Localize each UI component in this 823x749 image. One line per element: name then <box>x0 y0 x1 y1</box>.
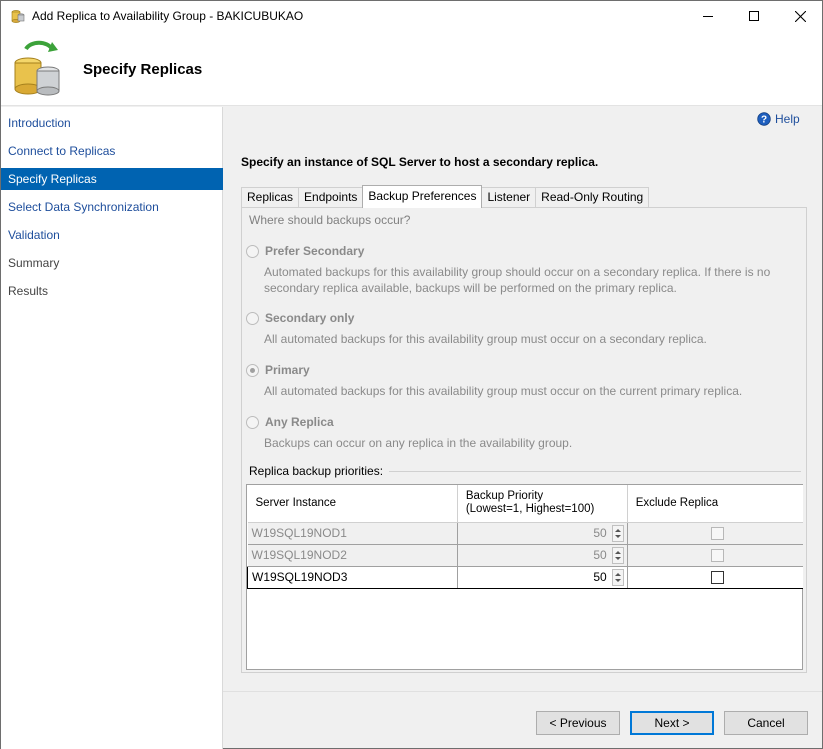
cancel-button[interactable]: Cancel <box>724 711 808 735</box>
help-link[interactable]: ? Help <box>757 111 800 127</box>
close-button[interactable] <box>777 1 823 31</box>
backup-priority-cell: 50 <box>457 522 628 545</box>
maximize-icon <box>749 11 759 21</box>
radio-button-selected[interactable] <box>246 363 259 377</box>
radio-description: Backups can occur on any replica in the … <box>264 436 573 450</box>
tab-backup-preferences[interactable]: Backup Preferences <box>362 185 483 208</box>
radio-description: All automated backups for this availabil… <box>264 384 743 398</box>
backup-priority-cell: 50 <box>457 544 628 567</box>
radio-prefer-secondary[interactable]: Prefer Secondary <box>246 243 364 259</box>
tab-endpoints[interactable]: Endpoints <box>298 187 364 207</box>
footer-separator <box>223 691 822 692</box>
backup-priority-cell[interactable]: 50 <box>457 565 628 589</box>
priority-spinner <box>611 524 624 542</box>
exclude-checkbox <box>710 548 724 562</box>
wizard-header: Specify Replicas <box>1 31 822 106</box>
priority-header-line2: (Lowest=1, Highest=100) <box>465 503 595 516</box>
sidebar-item-summary: Summary <box>8 256 60 270</box>
backup-location-question: Where should backups occur? <box>249 213 411 227</box>
backup-preferences-panel: Where should backups occur? Prefer Secon… <box>241 207 807 673</box>
column-header-backup-priority[interactable]: Backup Priority (Lowest=1, Highest=100) <box>457 485 628 523</box>
sidebar-item-introduction[interactable]: Introduction <box>1 112 223 134</box>
radio-any-replica[interactable]: Any Replica <box>246 414 334 430</box>
priority-value: 50 <box>593 526 607 540</box>
previous-button[interactable]: < Previous <box>536 711 620 735</box>
page-heading: Specify Replicas <box>83 61 203 78</box>
exclude-checkbox[interactable] <box>710 570 724 584</box>
column-header-server-instance[interactable]: Server Instance <box>247 485 458 523</box>
close-icon <box>794 10 806 22</box>
help-icon: ? <box>757 112 771 126</box>
exclude-replica-cell <box>627 522 803 545</box>
priority-value: 50 <box>593 548 607 562</box>
maximize-button[interactable] <box>731 1 777 31</box>
exclude-replica-cell <box>627 544 803 567</box>
radio-secondary-only[interactable]: Secondary only <box>246 310 354 326</box>
sidebar-item-results: Results <box>8 284 49 298</box>
exclude-checkbox <box>710 526 724 540</box>
tab-listener[interactable]: Listener <box>481 187 537 207</box>
availability-group-icon <box>14 40 60 96</box>
wizard-sidebar: Introduction Connect to Replicas Specify… <box>1 107 223 749</box>
server-instance-cell: W19SQL19NOD2 <box>247 544 458 567</box>
table-row: W19SQL19NOD1 50 <box>247 522 803 545</box>
instruction-text: Specify an instance of SQL Server to hos… <box>241 155 599 169</box>
priorities-legend: Replica backup priorities: <box>249 464 390 478</box>
priority-spinner <box>611 546 624 564</box>
radio-description: All automated backups for this availabil… <box>264 332 707 346</box>
group-divider <box>382 471 801 472</box>
window-title: Add Replica to Availability Group - BAKI… <box>32 9 304 23</box>
priority-value[interactable]: 50 <box>593 570 606 584</box>
priority-spinner[interactable] <box>611 568 624 586</box>
sidebar-item-validation[interactable]: Validation <box>1 224 223 246</box>
title-bar: Add Replica to Availability Group - BAKI… <box>1 1 822 31</box>
exclude-replica-cell[interactable] <box>627 565 803 589</box>
radio-description: Automated backups for this availability … <box>264 265 771 295</box>
sidebar-item-specify-replicas[interactable]: Specify Replicas <box>1 168 223 190</box>
sidebar-item-connect-to-replicas[interactable]: Connect to Replicas <box>1 140 223 162</box>
wizard-window: Add Replica to Availability Group - BAKI… <box>0 0 823 749</box>
database-app-icon <box>11 10 25 23</box>
tab-strip: Replicas Endpoints Backup Preferences Li… <box>241 185 650 208</box>
column-header-exclude-replica[interactable]: Exclude Replica <box>627 485 803 523</box>
table-row: W19SQL19NOD2 50 <box>247 544 803 567</box>
radio-label: Any Replica <box>265 415 334 429</box>
radio-label: Primary <box>265 363 310 377</box>
minimize-button[interactable] <box>685 1 731 31</box>
priority-header-line1: Backup Priority <box>465 490 544 503</box>
server-instance-cell: W19SQL19NOD1 <box>247 522 458 545</box>
radio-primary[interactable]: Primary <box>246 362 310 378</box>
sidebar-item-select-data-synchronization[interactable]: Select Data Synchronization <box>1 196 223 218</box>
radio-label: Prefer Secondary <box>265 244 365 258</box>
table-row[interactable]: W19SQL19NOD3 50 <box>247 565 803 589</box>
radio-label: Secondary only <box>265 311 355 325</box>
svg-text:?: ? <box>761 115 767 126</box>
help-label: Help <box>775 112 800 126</box>
radio-button[interactable] <box>246 415 259 429</box>
tab-read-only-routing[interactable]: Read-Only Routing <box>535 187 650 207</box>
replica-priority-grid: Server Instance Backup Priority (Lowest=… <box>246 484 803 670</box>
tab-replicas[interactable]: Replicas <box>241 187 300 207</box>
radio-button[interactable] <box>246 244 259 258</box>
server-instance-cell: W19SQL19NOD3 <box>247 565 458 589</box>
radio-button[interactable] <box>246 311 259 325</box>
next-button[interactable]: Next > <box>630 711 714 735</box>
minimize-icon <box>703 16 713 17</box>
